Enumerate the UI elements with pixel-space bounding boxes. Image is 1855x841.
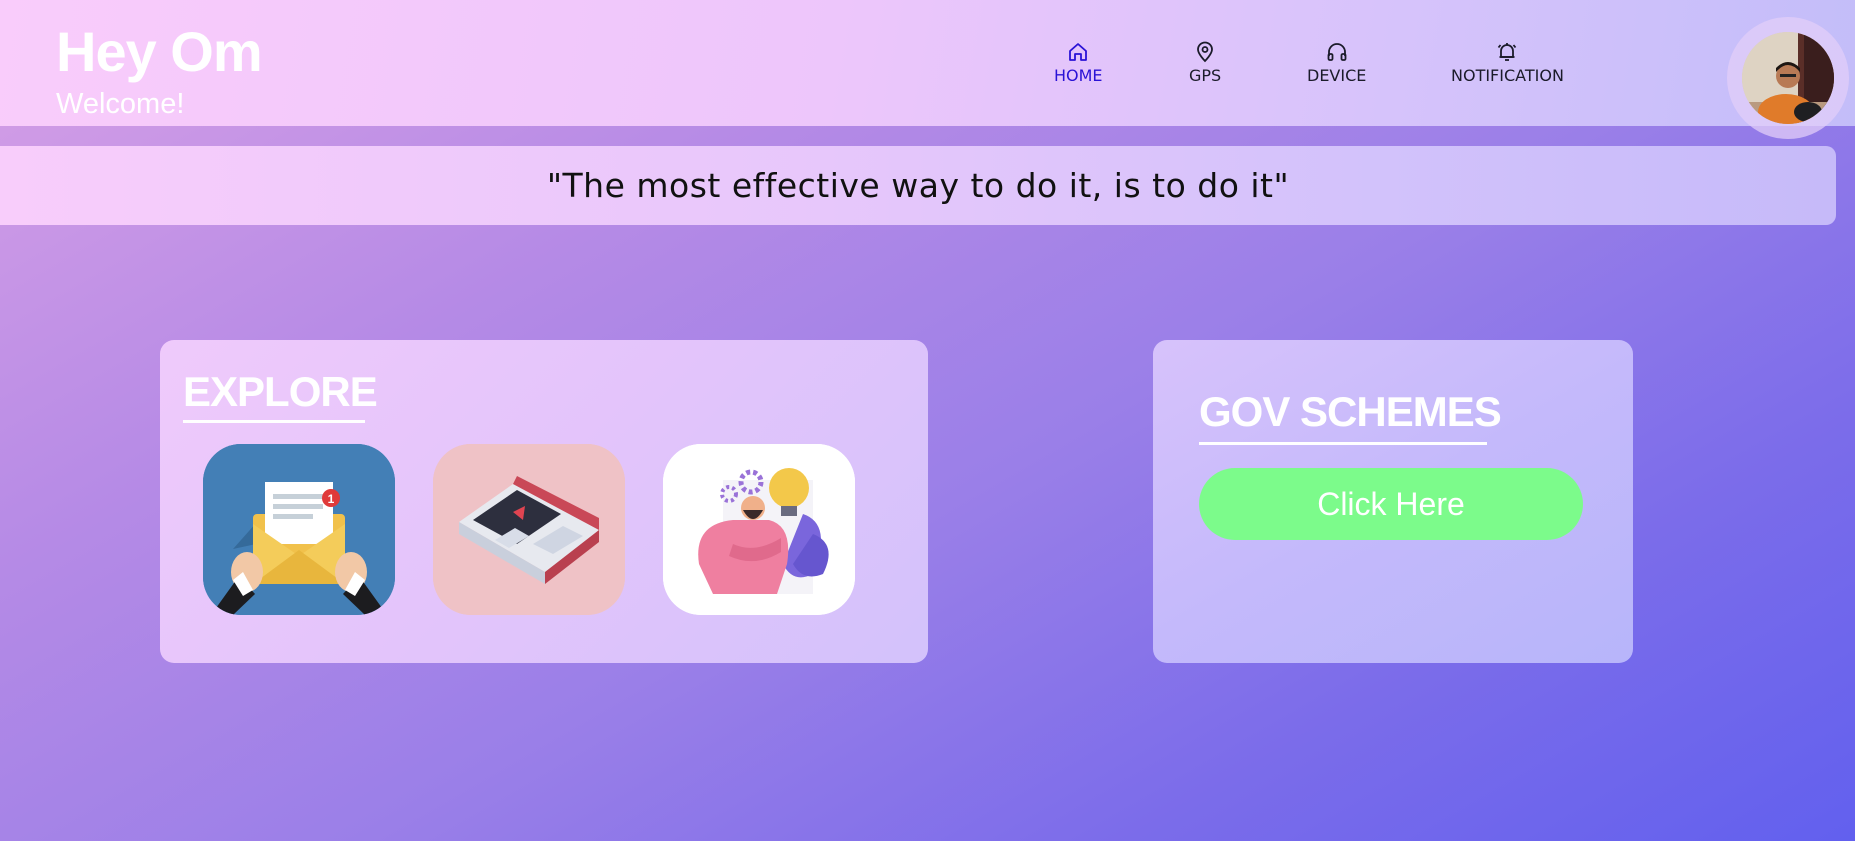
mail-envelope-icon: 1 [203, 444, 395, 615]
nav-gps[interactable]: GPS [1189, 40, 1221, 85]
welcome-subtitle: Welcome! [56, 88, 185, 120]
gov-schemes-title-underline [1199, 442, 1487, 445]
profile-photo-icon [1742, 32, 1834, 124]
avatar[interactable] [1742, 32, 1834, 124]
nav-notification[interactable]: NOTIFICATION [1451, 40, 1564, 85]
explore-tile-video[interactable] [433, 444, 625, 615]
explore-card: EXPLORE 1 [160, 340, 928, 663]
idea-person-icon [663, 444, 855, 615]
top-header: Hey Om Welcome! HOME GPS DEVICE NOTIFICA… [0, 0, 1855, 139]
nav-home[interactable]: HOME [1054, 40, 1103, 85]
nav-gps-label: GPS [1189, 66, 1222, 85]
nav-notification-label: NOTIFICATION [1451, 66, 1564, 85]
gov-schemes-card: GOV SCHEMES Click Here [1153, 340, 1633, 663]
alarm-bell-icon [1498, 43, 1517, 61]
explore-tile-mail[interactable]: 1 [203, 444, 395, 615]
nav-home-label: HOME [1054, 66, 1103, 85]
svg-text:1: 1 [328, 492, 335, 506]
home-icon [1069, 43, 1088, 61]
explore-title-underline [183, 420, 365, 423]
quote-text: "The most effective way to do it, is to … [546, 166, 1290, 205]
quote-banner: "The most effective way to do it, is to … [0, 146, 1836, 225]
explore-title: EXPLORE [183, 368, 378, 415]
headphones-icon [1327, 43, 1347, 61]
nav-device-label: DEVICE [1307, 66, 1367, 85]
click-here-button[interactable]: Click Here [1199, 468, 1583, 540]
explore-tile-idea[interactable] [663, 444, 855, 615]
nav-device[interactable]: DEVICE [1307, 40, 1366, 85]
location-pin-icon [1197, 41, 1213, 63]
greeting-title: Hey Om [56, 20, 263, 83]
video-tablet-icon [433, 444, 625, 615]
gov-schemes-title: GOV SCHEMES [1199, 388, 1502, 435]
